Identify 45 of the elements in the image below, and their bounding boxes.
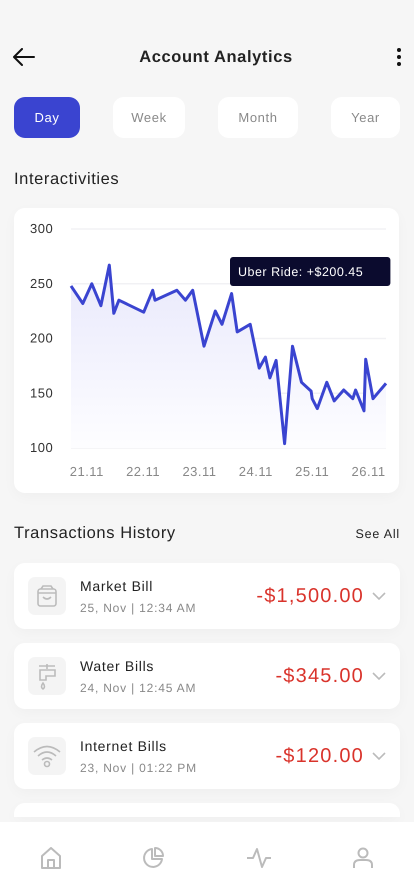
bag-icon: [37, 585, 57, 607]
period-tab[interactable]: Month: [218, 97, 298, 138]
chevron-down-icon[interactable]: [372, 592, 386, 600]
see-all-link[interactable]: See All: [355, 526, 400, 540]
transaction-name: Internet Bills: [80, 738, 168, 754]
transaction-amount: -$1,500.00: [256, 584, 364, 608]
transaction-name: Market Bill: [80, 578, 154, 594]
back-icon[interactable]: [13, 48, 35, 66]
transaction-amount: -$120.00: [275, 744, 364, 768]
section-title: Transactions History: [14, 524, 176, 543]
wifi-icon: [32, 744, 62, 768]
period-tab[interactable]: Year: [331, 97, 400, 138]
x-axis-label: 26.11: [352, 464, 386, 479]
faucet-icon: [37, 661, 57, 691]
user-icon[interactable]: [353, 847, 374, 869]
y-axis-label: 250: [30, 276, 54, 291]
page-title: Account Analytics: [139, 48, 293, 66]
activity-icon[interactable]: [246, 847, 272, 869]
section-title: Interactivities: [13, 169, 120, 189]
transaction-card[interactable]: Market Bill 25, Nov | 12:34 AM -$1,500.00: [14, 563, 400, 629]
period-tab[interactable]: Day: [14, 97, 80, 138]
chart-tooltip: Uber Ride: +$200.45: [230, 257, 390, 286]
transaction-card[interactable]: Internet Bills 23, Nov | 01:22 PM -$120.00: [14, 723, 400, 789]
pie-chart-icon[interactable]: [142, 847, 164, 869]
x-axis-label: 23.11: [182, 464, 217, 479]
y-axis-label: 100: [30, 440, 54, 455]
x-axis-label: 21.11: [70, 464, 104, 479]
chevron-down-icon[interactable]: [372, 752, 386, 760]
more-icon[interactable]: [396, 48, 401, 66]
transaction-card[interactable]: Water Bills 24, Nov | 12:45 AM -$345.00: [14, 643, 400, 709]
y-axis-label: 300: [30, 221, 54, 236]
home-icon[interactable]: [40, 847, 61, 869]
x-axis-label: 24.11: [238, 464, 273, 479]
x-axis-label: 22.11: [126, 464, 160, 479]
transaction-date: 25, Nov | 12:34 AM: [80, 600, 198, 614]
chevron-down-icon[interactable]: [372, 672, 386, 680]
transaction-date: 24, Nov | 12:45 AM: [80, 680, 198, 694]
annotation: Uber Ride: +$200.45: [238, 265, 364, 279]
y-axis-label: 200: [30, 330, 54, 346]
x-axis-label: 25.11: [295, 464, 330, 479]
transaction-amount: -$345.00: [275, 664, 364, 688]
transaction-date: 23, Nov | 01:22 PM: [80, 760, 198, 774]
y-axis-label: 150: [30, 385, 54, 400]
period-tab[interactable]: Week: [113, 97, 185, 138]
transaction-name: Water Bills: [80, 658, 156, 674]
